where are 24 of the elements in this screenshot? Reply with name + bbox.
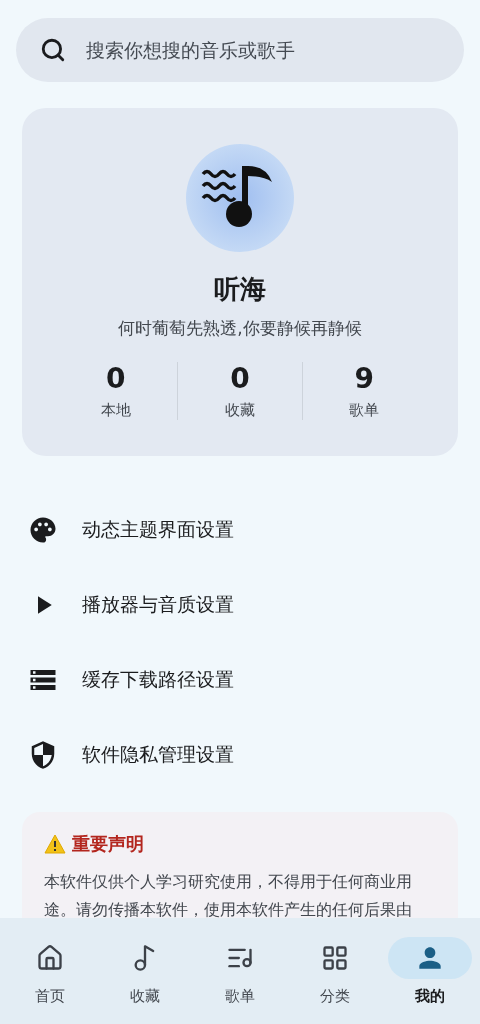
user-motto: 何时葡萄先熟透,你要静候再静候: [118, 317, 362, 340]
nav-tab[interactable]: 歌单: [192, 936, 288, 1006]
grid-icon: [321, 943, 350, 972]
home-icon: [35, 943, 64, 972]
settings-item[interactable]: 软件隐私管理设置: [16, 717, 464, 792]
settings-item[interactable]: 播放器与音质设置: [16, 567, 464, 642]
stat-label: 本地: [100, 401, 131, 420]
notice-title: 重要声明: [72, 832, 144, 856]
search-field[interactable]: 搜索你想搜的音乐或歌手: [16, 18, 464, 82]
nav-tab[interactable]: 分类: [287, 936, 383, 1006]
stat-value: 0: [105, 362, 126, 395]
search-icon: [40, 37, 66, 63]
settings-item[interactable]: 动态主题界面设置: [16, 492, 464, 567]
stat-label: 收藏: [225, 401, 255, 420]
nav-tab[interactable]: 收藏: [97, 936, 193, 1006]
user-name: 听海: [214, 273, 266, 306]
settings-item[interactable]: 缓存下载路径设置: [16, 642, 464, 717]
stat-label: 歌单: [349, 401, 380, 420]
warning-icon: [44, 834, 66, 854]
nav-tab[interactable]: 首页: [2, 936, 98, 1006]
stat-value: 9: [354, 362, 375, 395]
music-waves-logo-icon: [186, 144, 294, 252]
notice-text: 本软件仅供个人学习研究使用，不得用于任何商业用途。请勿传播本软件，使用本软件产生的任何后果由: [44, 872, 413, 918]
stat-value: 0: [230, 362, 250, 395]
